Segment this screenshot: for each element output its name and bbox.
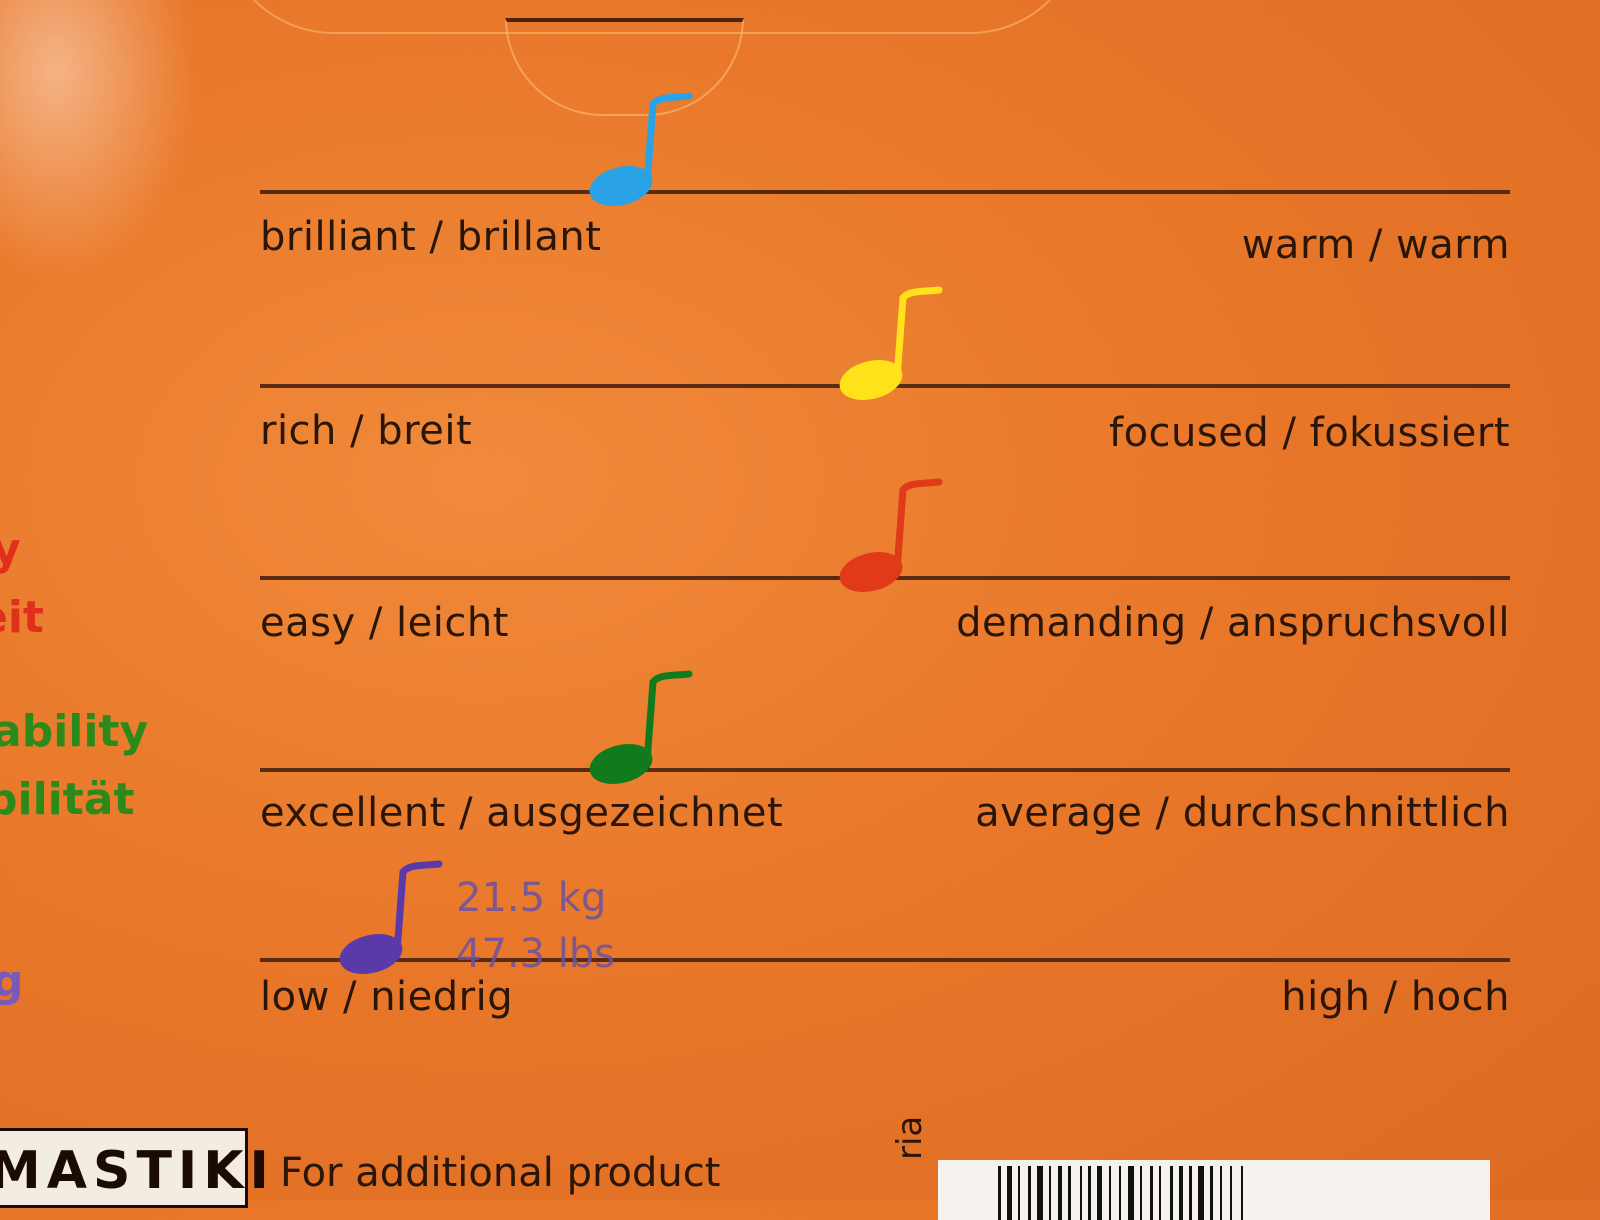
green-note-icon	[589, 670, 692, 784]
weight-lbs: 47.3 lbs	[456, 931, 616, 977]
scale-line	[260, 190, 1510, 194]
scale-left-label: easy / leicht	[260, 600, 509, 646]
side-label-eit: eit	[0, 592, 44, 643]
side-label-bilitat: bilität	[0, 774, 135, 825]
side-label-g: g	[0, 956, 24, 1007]
footer-side-text: ria	[890, 1115, 930, 1160]
scale-left-label: brilliant / brillant	[260, 214, 602, 260]
scale-left-label: rich / breit	[260, 408, 473, 454]
side-label-y: y	[0, 524, 21, 575]
scale-left-label: excellent / ausgezeichnet	[260, 790, 784, 836]
scale-right-label: average / durchschnittlich	[975, 790, 1510, 836]
footer-info-text: For additional product	[280, 1150, 721, 1196]
brand-logo: MASTIKI	[0, 1128, 269, 1208]
scale-right-label: high / hoch	[1281, 974, 1510, 1020]
scale-right-label: demanding / anspruchsvoll	[956, 600, 1510, 646]
weight-kg: 21.5 kg	[456, 875, 607, 921]
purple-note-icon	[339, 860, 442, 974]
red-note-icon	[839, 478, 942, 592]
side-label-ability: ability	[0, 706, 149, 757]
scale-right-label: warm / warm	[1241, 222, 1510, 268]
yellow-note-icon	[839, 286, 942, 400]
scale-right-label: focused / fokussiert	[1108, 410, 1510, 456]
scale-line	[260, 768, 1510, 772]
light-glare	[0, 0, 200, 280]
tension-weight-readout: 21.5 kg 47.3 lbs	[456, 870, 615, 982]
barcode	[938, 1160, 1490, 1220]
blue-note-icon	[589, 92, 692, 206]
